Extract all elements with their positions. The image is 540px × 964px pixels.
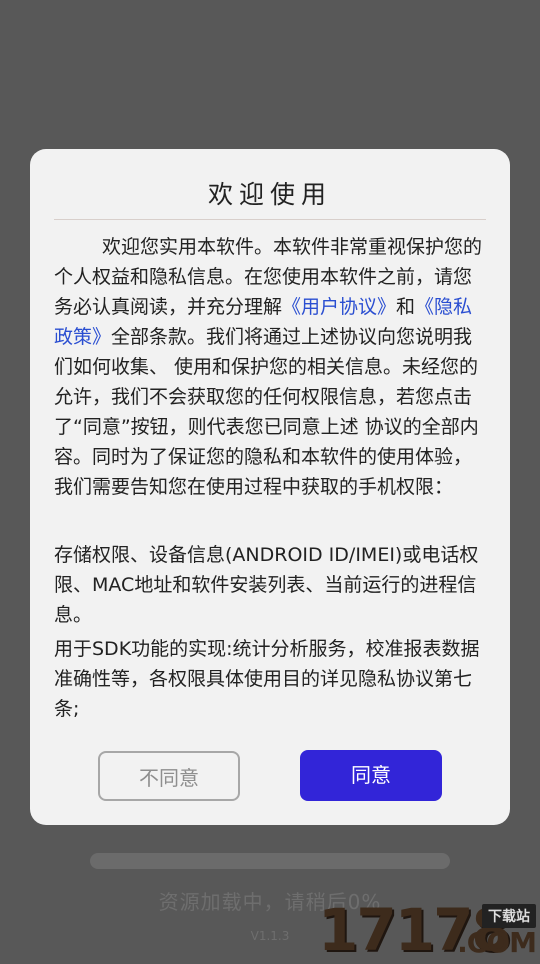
- loading-progress-bar: [90, 853, 450, 869]
- permissions-list-paragraph: 存储权限、设备信息(ANDROID ID/IMEI)或电话权限、MAC地址和软件…: [54, 544, 479, 626]
- title-divider: [54, 219, 486, 220]
- agree-button[interactable]: 同意: [300, 750, 442, 801]
- sdk-purpose-paragraph: 用于SDK功能的实现:统计分析服务，校准报表数据准确性等，各权限具体使用目的详见…: [54, 638, 480, 720]
- dialog-title: 欢迎使用: [207, 180, 332, 209]
- consent-text-body: 全部条款。我们将通过上述协议向您说明我们如何收集、 使用和保护您的相关信息。未经…: [54, 326, 479, 498]
- consent-paragraph: 欢迎您实用本软件。本软件非常重视保护您的个人权益和隐私信息。在您使用本软件之前，…: [54, 232, 486, 502]
- watermark-tag: 下载站: [482, 904, 536, 928]
- site-watermark-logo: 17178 下载站 .COM: [316, 898, 540, 960]
- watermark-suffix: .COM: [457, 926, 537, 959]
- user-agreement-link[interactable]: 《用户协议》: [282, 296, 396, 318]
- consent-text-and: 和: [396, 296, 416, 318]
- disagree-button[interactable]: 不同意: [98, 751, 240, 801]
